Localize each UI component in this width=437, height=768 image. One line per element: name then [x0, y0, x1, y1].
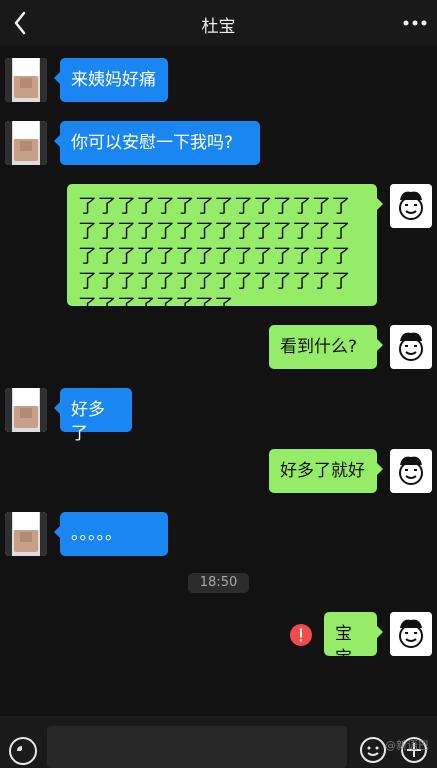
- message-bubble[interactable]: 来姨妈好痛: [54, 58, 168, 102]
- message-bubble[interactable]: 了了了了了了了了了了了了了了了了了了了了了了了了了了了了了了了了了了了了了了了了…: [67, 184, 383, 317]
- top-bar: 杜宝: [0, 0, 437, 46]
- voice-icon[interactable]: [8, 736, 38, 766]
- contact-avatar[interactable]: [5, 512, 47, 556]
- contact-avatar[interactable]: [5, 388, 47, 432]
- time-divider: 18:50: [188, 573, 249, 593]
- error-icon[interactable]: [289, 623, 313, 647]
- user-avatar[interactable]: [390, 449, 432, 493]
- input-bar: [0, 716, 437, 768]
- watermark-text: @新语巴: [385, 739, 429, 752]
- message-text: 好多了就好: [280, 461, 365, 481]
- message-bubble[interactable]: 你可以安慰一下我吗?: [54, 121, 260, 165]
- user-avatar[interactable]: [390, 325, 432, 369]
- user-avatar[interactable]: [390, 612, 432, 656]
- message-bubble[interactable]: 宝宝: [324, 612, 383, 668]
- message-bubble[interactable]: 好多了就好: [269, 449, 383, 493]
- message-text: 你可以安慰一下我吗?: [71, 133, 234, 153]
- message-text: 宝宝: [335, 624, 352, 668]
- message-bubble[interactable]: 。。。。。: [54, 512, 168, 556]
- chat-title: 杜宝: [201, 17, 236, 37]
- message-text: 了了了了了了了了了了了了了了了了了了了了了了了了了了了了了了了了了了了了了了了了…: [78, 195, 352, 317]
- message-text: 来姨妈好痛: [71, 70, 156, 90]
- message-list: 来姨妈好痛 你可以安慰一下我吗? 了了了了了了了了了了了了了了了了了了了了了了了…: [0, 46, 437, 716]
- message-bubble[interactable]: 看到什么?: [269, 325, 383, 369]
- message-text: 好多了: [71, 400, 105, 444]
- message-text: 看到什么?: [280, 337, 358, 357]
- contact-avatar[interactable]: [5, 121, 47, 165]
- message-text: 。。。。。: [71, 524, 122, 544]
- message-input[interactable]: [47, 726, 347, 768]
- user-avatar[interactable]: [390, 184, 432, 228]
- emoji-icon[interactable]: [359, 736, 387, 764]
- more-horizontal-icon[interactable]: [401, 12, 429, 34]
- message-bubble[interactable]: 好多了: [54, 388, 132, 444]
- contact-avatar[interactable]: [5, 58, 47, 102]
